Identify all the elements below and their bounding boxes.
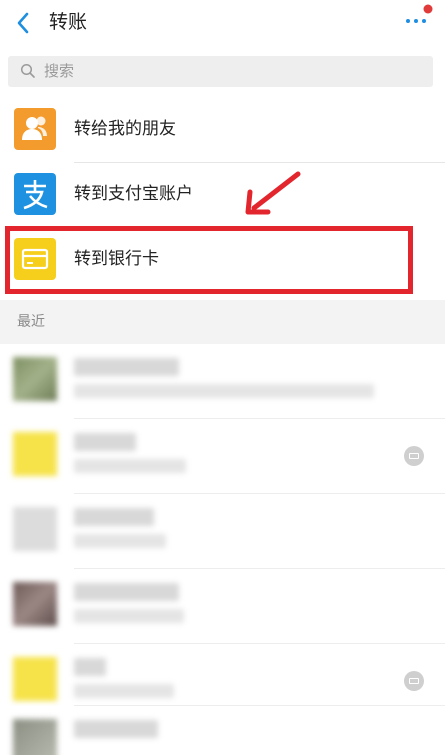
contact-name-blurred xyxy=(74,508,154,526)
recent-contact-row[interactable] xyxy=(0,419,445,493)
chevron-left-icon[interactable] xyxy=(12,10,36,36)
card-icon xyxy=(404,671,424,691)
contact-detail-blurred xyxy=(74,534,166,548)
contact-detail-blurred xyxy=(74,609,184,623)
contact-name-blurred xyxy=(74,583,179,601)
recent-section-header: 最近 xyxy=(0,300,445,344)
more-dots-icon[interactable] xyxy=(400,4,436,32)
contact-detail-blurred xyxy=(74,684,174,698)
recent-contact-row[interactable] xyxy=(0,494,445,568)
option-label: 转给我的朋友 xyxy=(74,119,176,139)
highlight-box xyxy=(5,226,413,294)
card-icon xyxy=(404,446,424,466)
search-icon xyxy=(20,63,35,78)
recent-contact-row[interactable] xyxy=(0,344,445,418)
contact-name-blurred xyxy=(74,358,179,376)
page-title: 转账 xyxy=(49,11,88,33)
option-label: 转到支付宝账户 xyxy=(74,184,193,204)
avatar xyxy=(13,432,57,476)
recent-contact-row[interactable] xyxy=(0,569,445,643)
contact-detail-blurred xyxy=(74,459,186,473)
avatar xyxy=(13,357,57,401)
transfer-to-friend[interactable]: 转给我的朋友 xyxy=(0,98,445,162)
red-arrow-icon xyxy=(245,171,301,215)
search-section: 搜索 xyxy=(0,48,445,98)
top-bar: 转账 xyxy=(0,0,445,48)
contact-detail-blurred xyxy=(74,384,374,398)
avatar xyxy=(13,719,57,755)
avatar xyxy=(13,657,57,701)
transfer-to-alipay[interactable]: 转到支付宝账户 xyxy=(0,163,445,227)
contact-name-blurred xyxy=(74,658,106,676)
recent-contact-row[interactable] xyxy=(0,706,445,755)
notification-dot xyxy=(423,4,433,14)
contact-name-blurred xyxy=(74,433,136,451)
avatar xyxy=(13,507,57,551)
recent-title: 最近 xyxy=(17,314,45,330)
search-input[interactable]: 搜索 xyxy=(8,56,433,87)
search-placeholder: 搜索 xyxy=(44,62,75,80)
friends-icon xyxy=(14,108,56,150)
alipay-icon xyxy=(14,173,56,215)
contact-name-blurred xyxy=(74,720,158,738)
avatar xyxy=(13,582,57,626)
